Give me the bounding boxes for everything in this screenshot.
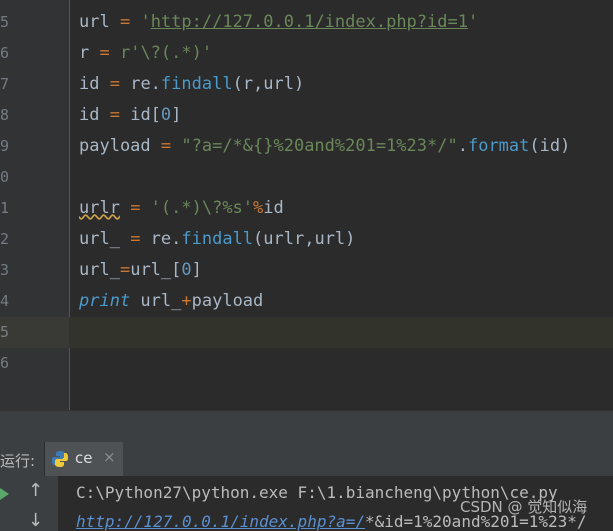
run-toolbar: 运行: ce × [0, 442, 613, 477]
code-token: ' [467, 12, 479, 32]
code-token: url [79, 12, 110, 32]
up-arrow-icon[interactable]: ↑ [28, 480, 43, 501]
code-token: % [253, 198, 264, 218]
code-line: url_=url_[0] [79, 255, 202, 286]
code-token: (r,url) [232, 74, 305, 94]
code-line: url = 'http://127.0.0.1/index.php?id=1' [79, 7, 478, 38]
code-token: r [79, 43, 90, 63]
code-token: id [79, 74, 100, 94]
code-token: + [181, 291, 192, 311]
code-token: format [467, 136, 530, 156]
console-sidebar: ↑ ↓ [0, 476, 58, 531]
watermark: CSDN @ 觉知似海 [460, 498, 588, 516]
code-token: = [109, 12, 141, 32]
code-token: http://127.0.0.1/index.php?id=1 [150, 12, 468, 32]
console-link[interactable]: http://127.0.0.1/index.php?a=/ [76, 512, 365, 531]
code-line: payload = "?a=/*&{}%20and%201=1%23*/".fo… [79, 131, 570, 162]
code-editor[interactable]: 5 6 7 8 9 0 1 2 3 4 5 6 url = 'http://127.0.0.1/ind… [0, 0, 613, 410]
run-label: 运行: [0, 452, 36, 470]
line-number-gutter [0, 0, 70, 410]
close-icon[interactable]: × [103, 448, 116, 466]
code-token: (id) [529, 136, 571, 156]
code-token: id[ [130, 105, 161, 125]
code-token: = [119, 260, 131, 280]
code-token: . [457, 136, 468, 156]
code-token: r'\?(.*)' [119, 43, 213, 63]
down-arrow-icon[interactable]: ↓ [28, 510, 43, 531]
code-token: id [79, 105, 100, 125]
code-token: id [263, 198, 284, 218]
code-token: print [79, 291, 131, 311]
code-token: url_[ [130, 260, 182, 280]
line-number: 3 [0, 261, 10, 279]
line-number: 9 [0, 137, 10, 155]
code-token: url_ [130, 291, 182, 311]
code-line: r = r'\?(.*)' [79, 38, 212, 69]
code-token: payload [191, 291, 264, 311]
line-number: 6 [0, 44, 10, 62]
code-token: 0 [181, 260, 192, 280]
code-token: = [89, 43, 120, 63]
line-number: 0 [0, 168, 10, 186]
python-icon [51, 450, 69, 472]
code-token: findall [160, 74, 233, 94]
current-line-gutter-highlight [0, 317, 69, 348]
line-number: 2 [0, 230, 10, 248]
code-line: id = re.findall(r,url) [79, 69, 304, 100]
code-token: ' [140, 12, 151, 32]
panel-separator [0, 410, 613, 443]
line-number: 1 [0, 199, 10, 217]
code-token: 0 [160, 105, 172, 125]
code-line: url_ = re.findall(urlr,url) [79, 224, 355, 255]
code-token: url_ [79, 260, 120, 280]
play-icon[interactable] [0, 486, 10, 500]
code-line: print url_+payload [79, 286, 263, 317]
code-token: = [119, 229, 151, 249]
tab-ce[interactable]: ce × [44, 442, 123, 476]
code-token: urlr [79, 198, 120, 218]
code-token: ] [191, 260, 202, 280]
code-token: findall [181, 229, 254, 249]
code-token: re. [150, 229, 182, 249]
line-number: 8 [0, 106, 10, 124]
line-number: 4 [0, 292, 10, 310]
code-token: re. [130, 74, 161, 94]
code-token: "?a=/*&{}%20and%201=1%23*/" [181, 136, 458, 156]
code-token: '(.*)\?%s' [150, 198, 254, 218]
code-token: (urlr,url) [253, 229, 356, 249]
line-number: 5 [0, 323, 10, 341]
code-token: = [119, 198, 151, 218]
code-line: urlr = '(.*)\?%s'%id [79, 193, 284, 224]
line-number: 7 [0, 75, 10, 93]
tab-label: ce [75, 449, 93, 467]
line-number: 5 [0, 13, 10, 31]
code-line: id = id[0] [79, 100, 181, 131]
line-number: 6 [0, 354, 10, 372]
code-token: ] [171, 105, 182, 125]
code-token: payload [79, 136, 151, 156]
code-token: = [99, 105, 131, 125]
code-token: url_ [79, 229, 120, 249]
current-line-highlight [0, 317, 613, 348]
code-token: = [99, 74, 131, 94]
code-token: = [150, 136, 182, 156]
